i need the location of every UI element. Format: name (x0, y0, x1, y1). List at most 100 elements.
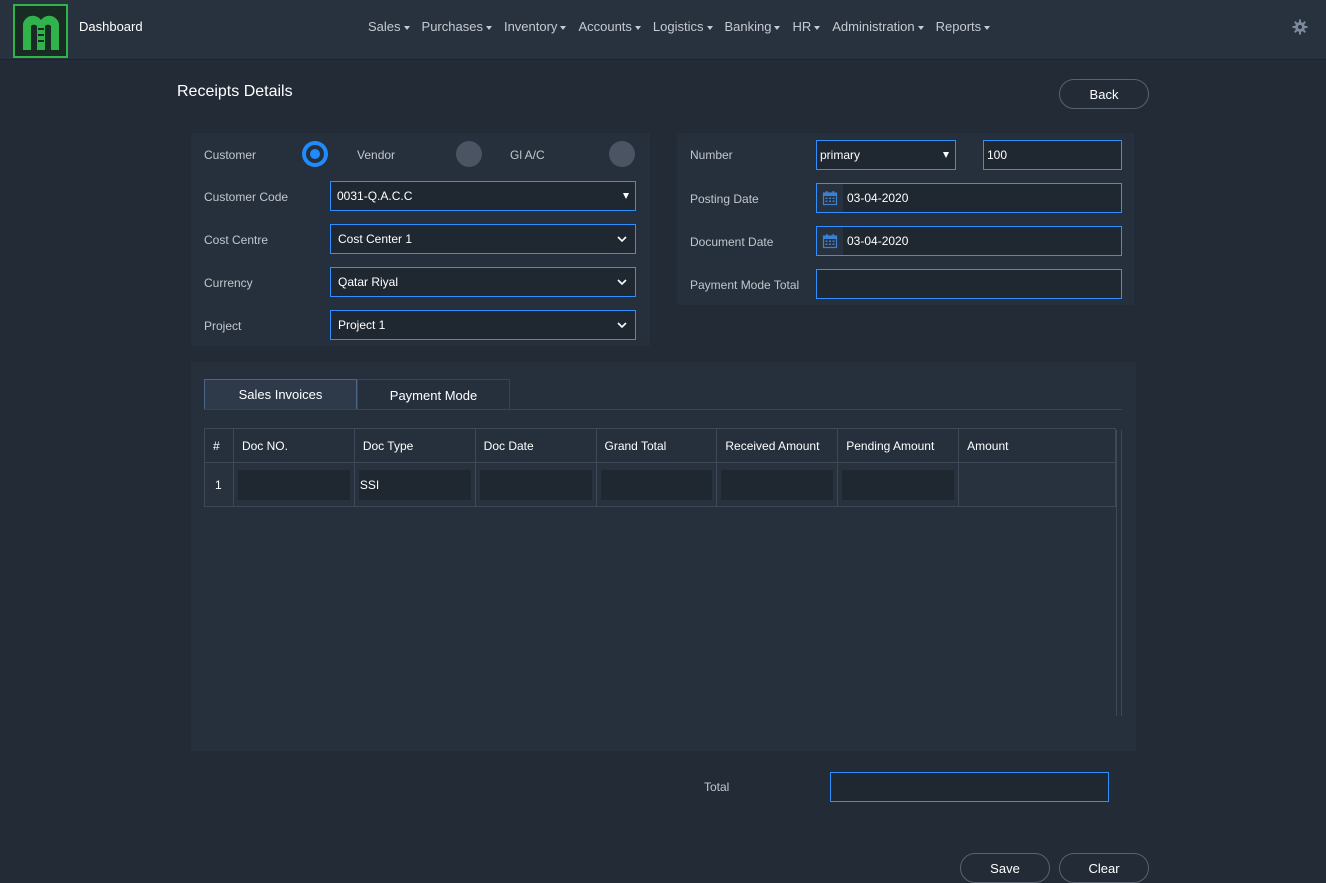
row-index: 1 (204, 462, 234, 507)
caret-down-icon (774, 25, 781, 30)
menu-purchases[interactable]: Purchases (422, 19, 492, 34)
doc-no-input[interactable] (237, 469, 350, 500)
column-header-index: # (204, 428, 234, 463)
posting-date-label: Posting Date (690, 192, 759, 206)
menu-hr[interactable]: HR (792, 19, 821, 34)
tab-sales-invoices[interactable]: Sales Invoices (204, 379, 357, 410)
caret-down-icon (814, 25, 821, 30)
number-series-select[interactable]: primary (816, 140, 956, 170)
menu-reports[interactable]: Reports (936, 19, 991, 34)
pending-amount-cell (837, 462, 960, 507)
customer-code-select[interactable]: 0031-Q.A.C.C (330, 181, 636, 211)
currency-label: Currency (204, 276, 253, 290)
menu-logistics[interactable]: Logistics (653, 19, 713, 34)
table-header-row: # Doc NO. Doc Type Doc Date Grand Total … (204, 428, 1116, 463)
document-date-input[interactable]: 03-04-2020 (816, 226, 1122, 256)
number-value: 100 (987, 148, 1008, 162)
menu-reports-label: Reports (935, 19, 982, 34)
caret-down-icon (917, 25, 924, 30)
cost-centre-label: Cost Centre (204, 233, 269, 247)
customer-code-label: Customer Code (204, 190, 289, 204)
customer-radio[interactable] (302, 141, 328, 167)
menu-sales[interactable]: Sales (368, 19, 410, 34)
total-input[interactable] (830, 772, 1109, 802)
tab-divider (204, 409, 1122, 410)
back-button[interactable]: Back (1059, 79, 1149, 109)
menu-logistics-label: Logistics (652, 19, 704, 34)
top-navbar: Dashboard Sales Purchases Inventory Acco… (0, 0, 1326, 60)
received-amount-input[interactable] (721, 469, 834, 500)
caret-down-icon (485, 25, 492, 30)
chevron-down-icon (617, 279, 627, 286)
customer-code-value: 0031-Q.A.C.C (337, 189, 413, 203)
vendor-radio[interactable] (456, 141, 482, 167)
menu-banking[interactable]: Banking (725, 19, 781, 34)
lines-panel (191, 362, 1136, 751)
app-logo[interactable] (13, 4, 68, 58)
table-row: 1 SSI (204, 462, 1116, 507)
menu-inventory[interactable]: Inventory (503, 19, 567, 34)
gl-account-radio[interactable] (609, 141, 635, 167)
doc-type-input[interactable]: SSI (358, 469, 471, 500)
customer-radio-label: Customer (204, 148, 257, 162)
calendar-icon[interactable] (817, 227, 843, 255)
caret-down-icon (403, 25, 410, 30)
menu-purchases-label: Purchases (421, 19, 483, 34)
payment-mode-total-input[interactable] (816, 269, 1122, 299)
currency-select[interactable]: Qatar Riyal (330, 267, 636, 297)
project-select[interactable]: Project 1 (330, 310, 636, 340)
gl-account-radio-label: Gl A/C (510, 148, 545, 162)
doc-type-cell: SSI (353, 462, 476, 507)
currency-value: Qatar Riyal (338, 275, 399, 289)
posting-date-value: 03-04-2020 (847, 191, 909, 205)
menu-banking-label: Banking (724, 19, 772, 34)
pending-amount-input[interactable] (842, 469, 955, 500)
dropdown-triangle-icon (943, 152, 949, 158)
column-header-doc-type: Doc Type (353, 428, 476, 463)
page-title: Receipts Details (177, 83, 293, 100)
cost-centre-value: Cost Center 1 (338, 232, 413, 246)
menu-accounts-label: Accounts (578, 19, 632, 34)
number-label: Number (690, 148, 733, 162)
amount-cell[interactable] (958, 462, 1116, 507)
table-scrollbar[interactable] (1116, 430, 1122, 716)
received-amount-cell (716, 462, 839, 507)
payment-mode-total-label: Payment Mode Total (690, 278, 800, 292)
main-menu: Sales Purchases Inventory Accounts Logis… (368, 19, 1002, 34)
menu-accounts[interactable]: Accounts (578, 19, 641, 34)
logo-mark-icon (22, 15, 59, 50)
posting-date-input[interactable]: 03-04-2020 (816, 183, 1122, 213)
invoice-lines-table: # Doc NO. Doc Type Doc Date Grand Total … (204, 428, 1116, 507)
gear-icon[interactable] (1292, 19, 1308, 35)
project-label: Project (204, 319, 242, 333)
column-header-amount: Amount (958, 428, 1116, 463)
party-details-panel: Customer Vendor Gl A/C Customer Code 003… (191, 133, 650, 346)
menu-inventory-label: Inventory (503, 19, 558, 34)
clear-button[interactable]: Clear (1059, 853, 1149, 883)
total-label: Total (704, 780, 730, 794)
doc-date-cell (474, 462, 597, 507)
column-header-pending-amount: Pending Amount (837, 428, 960, 463)
column-header-doc-date: Doc Date (474, 428, 597, 463)
document-date-label: Document Date (690, 235, 774, 249)
dashboard-link[interactable]: Dashboard (79, 19, 143, 34)
calendar-icon[interactable] (817, 184, 843, 212)
column-header-doc-no: Doc NO. (232, 428, 355, 463)
caret-down-icon (634, 25, 641, 30)
tab-payment-mode[interactable]: Payment Mode (357, 379, 510, 410)
save-button[interactable]: Save (960, 853, 1050, 883)
document-date-value: 03-04-2020 (847, 234, 909, 248)
vendor-radio-label: Vendor (357, 148, 396, 162)
project-value: Project 1 (338, 318, 386, 332)
number-input[interactable]: 100 (983, 140, 1122, 170)
doc-date-input[interactable] (479, 469, 592, 500)
document-details-panel: Number primary 100 Posting Date 03-04-20… (677, 133, 1134, 305)
menu-administration-label: Administration (832, 19, 915, 34)
column-header-grand-total: Grand Total (595, 428, 718, 463)
cost-centre-select[interactable]: Cost Center 1 (330, 224, 636, 254)
grand-total-input[interactable] (600, 469, 713, 500)
doc-no-cell (232, 462, 355, 507)
menu-administration[interactable]: Administration (832, 19, 924, 34)
column-header-received-amount: Received Amount (716, 428, 839, 463)
chevron-down-icon (617, 236, 627, 243)
